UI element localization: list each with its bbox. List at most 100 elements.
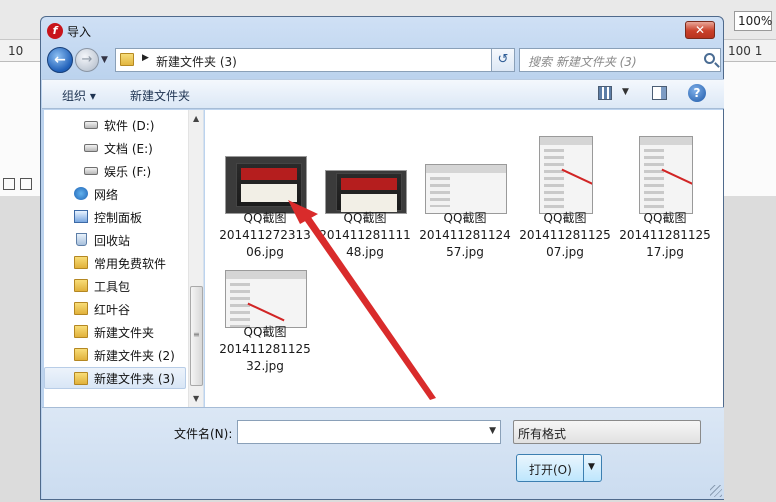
network-icon — [74, 187, 88, 200]
sidebar-item-control-panel[interactable]: 控制面板 — [44, 206, 186, 228]
sidebar-item-drive-e[interactable]: 文档 (E:) — [44, 137, 186, 159]
scroll-down-icon[interactable]: ▼ — [193, 394, 199, 403]
folder-icon — [74, 372, 88, 385]
forward-arrow-icon[interactable]: → — [75, 48, 99, 72]
folder-icon — [74, 256, 88, 269]
drive-icon — [84, 144, 98, 152]
help-icon[interactable]: ? — [688, 84, 706, 102]
sidebar-item-folder[interactable]: 新建文件夹 (2) — [44, 344, 186, 366]
scroll-up-icon[interactable]: ▲ — [193, 114, 199, 123]
file-item[interactable]: QQ截图 201411281125 32.jpg — [217, 250, 313, 374]
title-bar[interactable]: f 导入 ✕ — [41, 17, 723, 45]
sidebar-item-label: 新建文件夹 (3) — [94, 372, 175, 386]
file-name: QQ截图 201411281111 48.jpg — [319, 211, 411, 259]
open-split-divider — [583, 455, 584, 481]
address-bar[interactable]: ▶ 新建文件夹 (3) ▼ — [115, 48, 569, 72]
open-button[interactable]: 打开(O) ▼ — [516, 454, 602, 482]
scrollbar-thumb[interactable]: ≡ — [190, 286, 203, 386]
image-thumbnail — [639, 136, 693, 214]
folder-icon — [74, 302, 88, 315]
history-dropdown-icon[interactable]: ▼ — [101, 55, 108, 65]
sidebar-item-label: 控制面板 — [94, 211, 143, 225]
refresh-icon[interactable]: ↺ — [491, 48, 515, 72]
sidebar-item-folder[interactable]: 新建文件夹 — [44, 321, 186, 343]
file-item[interactable]: QQ截图 201411281125 17.jpg — [617, 136, 713, 260]
file-list: QQ截图 201411272313 06.jpg QQ截图 201411281111 4… — [205, 110, 723, 407]
align-icon[interactable] — [3, 178, 15, 190]
open-button-label: 打开(O) — [529, 463, 572, 477]
fit-icon[interactable] — [20, 178, 32, 190]
sidebar-item-label: 网络 — [94, 188, 119, 202]
filename-dropdown-icon[interactable]: ▼ — [489, 426, 496, 436]
resize-grip-icon[interactable] — [710, 485, 722, 497]
image-thumbnail — [225, 156, 307, 214]
command-bar: 组织 ▾ 新建文件夹 ▼ ? — [42, 79, 724, 109]
sidebar-item-label: 新建文件夹 — [94, 326, 155, 340]
stage-tool-icons — [0, 176, 40, 192]
image-thumbnail — [325, 170, 407, 214]
file-name: QQ截图 201411281124 57.jpg — [419, 211, 511, 259]
folder-icon — [74, 348, 88, 361]
sidebar-item-selected-folder[interactable]: 新建文件夹 (3) — [44, 367, 186, 389]
search-icon[interactable] — [704, 53, 715, 64]
image-thumbnail — [225, 270, 307, 328]
file-type-filter[interactable]: 所有格式 — [513, 420, 701, 444]
filename-label: 文件名(N): — [174, 427, 233, 441]
sidebar-item-network[interactable]: 网络 — [44, 183, 186, 205]
image-thumbnail — [539, 136, 593, 214]
filename-input[interactable]: ▼ — [237, 420, 501, 444]
dialog-footer: 文件名(N): ▼ 所有格式 打开(O) ▼ — [42, 407, 724, 499]
file-item[interactable]: QQ截图 201411272313 06.jpg — [217, 136, 313, 260]
sidebar-item-folder[interactable]: 工具包 — [44, 275, 186, 297]
search-input[interactable]: 搜索 新建文件夹 (3) — [519, 48, 721, 72]
ruler-label-left: 10 — [8, 44, 24, 58]
sidebar-item-label: 工具包 — [94, 280, 131, 294]
back-arrow-icon[interactable]: ← — [47, 47, 73, 73]
sidebar-item-folder[interactable]: 红叶谷 — [44, 298, 186, 320]
drive-icon — [84, 121, 98, 129]
sidebar-item-label: 软件 (D:) — [104, 119, 155, 133]
file-item[interactable]: QQ截图 201411281111 48.jpg — [317, 136, 413, 260]
folder-icon — [120, 53, 134, 66]
sidebar-item-drive-d[interactable]: 软件 (D:) — [44, 114, 186, 136]
change-view-icon[interactable] — [598, 86, 612, 100]
breadcrumb-chevron-icon[interactable]: ▶ — [142, 53, 149, 63]
file-name: QQ截图 201411281125 32.jpg — [219, 325, 311, 373]
recycle-bin-icon — [76, 233, 87, 246]
open-dropdown-icon[interactable]: ▼ — [588, 462, 595, 472]
navigation-pane: 软件 (D:) 文档 (E:) 娱乐 (F:) 网络 控制面板 回收站 常用免费… — [44, 110, 204, 407]
control-panel-icon — [74, 210, 88, 223]
flash-app-icon: f — [47, 23, 63, 39]
preview-pane-icon[interactable] — [652, 86, 667, 100]
sidebar-item-recycle-bin[interactable]: 回收站 — [44, 229, 186, 251]
close-button[interactable]: ✕ — [685, 21, 715, 39]
new-folder-button[interactable]: 新建文件夹 — [130, 87, 190, 104]
breadcrumb-current-folder[interactable]: 新建文件夹 (3) — [156, 53, 237, 70]
sidebar-item-drive-f[interactable]: 娱乐 (F:) — [44, 160, 186, 182]
stage-area-right — [724, 62, 776, 196]
sidebar-item-label: 常用免费软件 — [94, 257, 167, 271]
folder-icon — [74, 279, 88, 292]
sidebar-item-label: 回收站 — [94, 234, 131, 248]
sidebar-scrollbar[interactable]: ▲ ≡ ▼ — [188, 110, 203, 407]
sidebar-item-label: 红叶谷 — [94, 303, 131, 317]
image-thumbnail — [425, 164, 507, 214]
organize-menu-button[interactable]: 组织 ▾ — [62, 87, 96, 104]
search-placeholder: 搜索 新建文件夹 (3) — [528, 55, 637, 69]
navigation-bar: ← → ▼ ▶ 新建文件夹 (3) ▼ ↺ 搜索 新建文件夹 (3) — [45, 45, 721, 75]
dialog-title: 导入 — [67, 25, 92, 39]
drive-icon — [84, 167, 98, 175]
sidebar-item-folder[interactable]: 常用免费软件 — [44, 252, 186, 274]
zoom-field[interactable]: 100% — [734, 11, 772, 31]
sidebar-item-label: 新建文件夹 (2) — [94, 349, 175, 363]
sidebar-item-label: 娱乐 (F:) — [104, 165, 152, 179]
folder-icon — [74, 325, 88, 338]
file-type-selected: 所有格式 — [518, 427, 567, 441]
file-item[interactable]: QQ截图 201411281124 57.jpg — [417, 136, 513, 260]
import-dialog: f 导入 ✕ ← → ▼ ▶ 新建文件夹 (3) ▼ ↺ 搜索 新建文件夹 (3… — [40, 16, 724, 500]
view-dropdown-icon[interactable]: ▼ — [622, 87, 629, 97]
ruler-label-right: 100 1 — [728, 44, 763, 58]
sidebar-item-label: 文档 (E:) — [104, 142, 153, 156]
file-name: QQ截图 201411281125 07.jpg — [519, 211, 611, 259]
file-item[interactable]: QQ截图 201411281125 07.jpg — [517, 136, 613, 260]
